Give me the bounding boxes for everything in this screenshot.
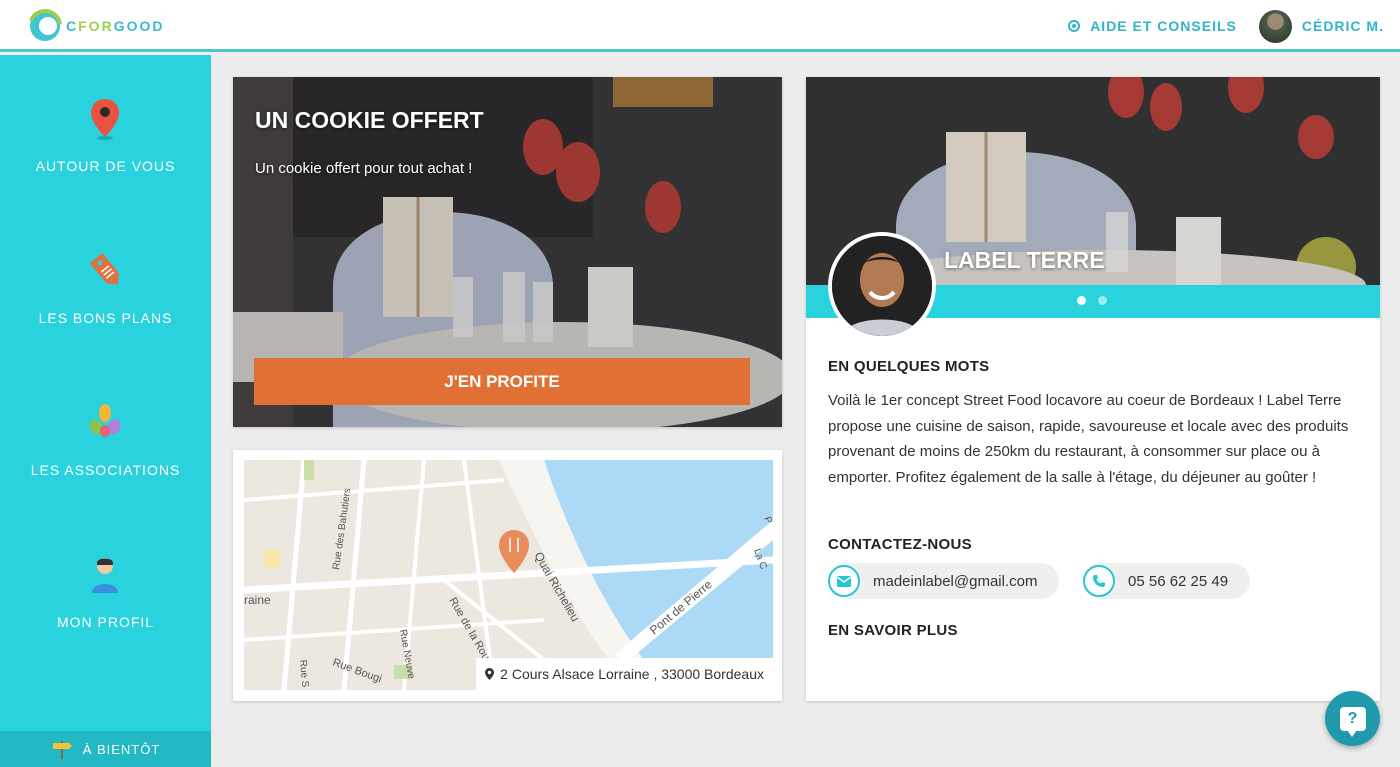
sidebar-item-profil[interactable]: MON PROFIL [0,541,211,661]
logo-icon [28,9,62,43]
email-contact[interactable]: madeinlabel@gmail.com [828,563,1060,599]
logo-text: CFORGOOD [66,18,165,34]
restaurant-name: LABEL TERRE [944,247,1105,273]
help-link[interactable]: AIDE ET CONSEILS [1068,18,1237,34]
sidebar-item-label: LES ASSOCIATIONS [30,462,181,478]
sidebar: AUTOUR DE VOUS LES BONS PLANS LES ASSOCI… [0,55,211,767]
more-info-title[interactable]: EN SAVOIR PLUS [828,622,958,639]
help-label: AIDE ET CONSEILS [1090,18,1237,34]
user-avatar [1258,9,1292,43]
price-tag-icon [89,253,119,285]
contact-title: CONTACTEZ-NOUS [828,536,972,553]
question-bubble-icon: ? [1339,706,1366,737]
phone-icon [1083,565,1115,597]
owner-photo [832,236,932,336]
carousel-dot[interactable] [1098,296,1107,305]
top-bar: CFORGOOD AIDE ET CONSEILS CÉDRIC M. [0,0,1400,52]
offer-card: UN COOKIE OFFERT Un cookie offert pour t… [233,77,782,427]
address-text: 2 Cours Alsace Lorraine , 33000 Bordeaux [500,666,764,682]
logout-button[interactable]: À BIENTÔT [0,731,211,767]
logout-label: À BIENTÔT [82,741,161,757]
user-name: CÉDRIC M. [1301,18,1384,34]
carousel-dot[interactable] [1077,296,1086,305]
phone-contact[interactable]: 05 56 62 25 49 [1083,563,1251,599]
address-box: 2 Cours Alsace Lorraine , 33000 Bordeaux [476,658,773,690]
map-street-label: raine [244,593,271,607]
about-text: Voilà le 1er concept Street Food locavor… [828,392,1349,486]
email-icon [828,565,860,597]
sidebar-item-bons-plans[interactable]: LES BONS PLANS [0,237,211,357]
hands-icon [89,404,121,437]
sidebar-item-label: AUTOUR DE VOUS [35,158,176,174]
location-map[interactable]: Rue des Bahutiers Quai Richelieu Rue de … [244,460,773,690]
claim-offer-button[interactable]: J'EN PROFITE [254,358,750,405]
offer-subtitle: Un cookie offert pour tout achat ! [255,160,473,177]
carousel-dots [1077,296,1119,305]
sidebar-item-autour[interactable]: AUTOUR DE VOUS [0,85,211,205]
sidebar-item-label: MON PROFIL [56,614,155,630]
sidebar-item-label: LES BONS PLANS [38,310,173,326]
target-icon [1068,20,1081,32]
cforgood-logo[interactable]: CFORGOOD [28,9,164,43]
sidebar-item-associations[interactable]: LES ASSOCIATIONS [0,389,211,509]
offer-title: UN COOKIE OFFERT [255,107,484,133]
restaurant-card: LABEL TERRE EN QUELQUES MOTS Voilà le 1e… [806,77,1380,701]
help-chat-button[interactable]: ? [1325,691,1380,746]
phone-text: 05 56 62 25 49 [1128,572,1229,590]
map-canvas: Rue des Bahutiers Quai Richelieu Rue de … [244,460,773,690]
email-text: madeinlabel@gmail.com [873,572,1038,590]
owner-avatar [828,232,936,340]
person-icon [92,558,118,593]
map-card: Rue des Bahutiers Quai Richelieu Rue de … [233,450,782,701]
location-icon [485,668,495,680]
map-pin-icon [91,99,119,140]
signpost-icon [52,741,72,759]
user-menu[interactable]: CÉDRIC M. [1258,9,1384,43]
about-title: EN QUELQUES MOTS [828,358,990,375]
